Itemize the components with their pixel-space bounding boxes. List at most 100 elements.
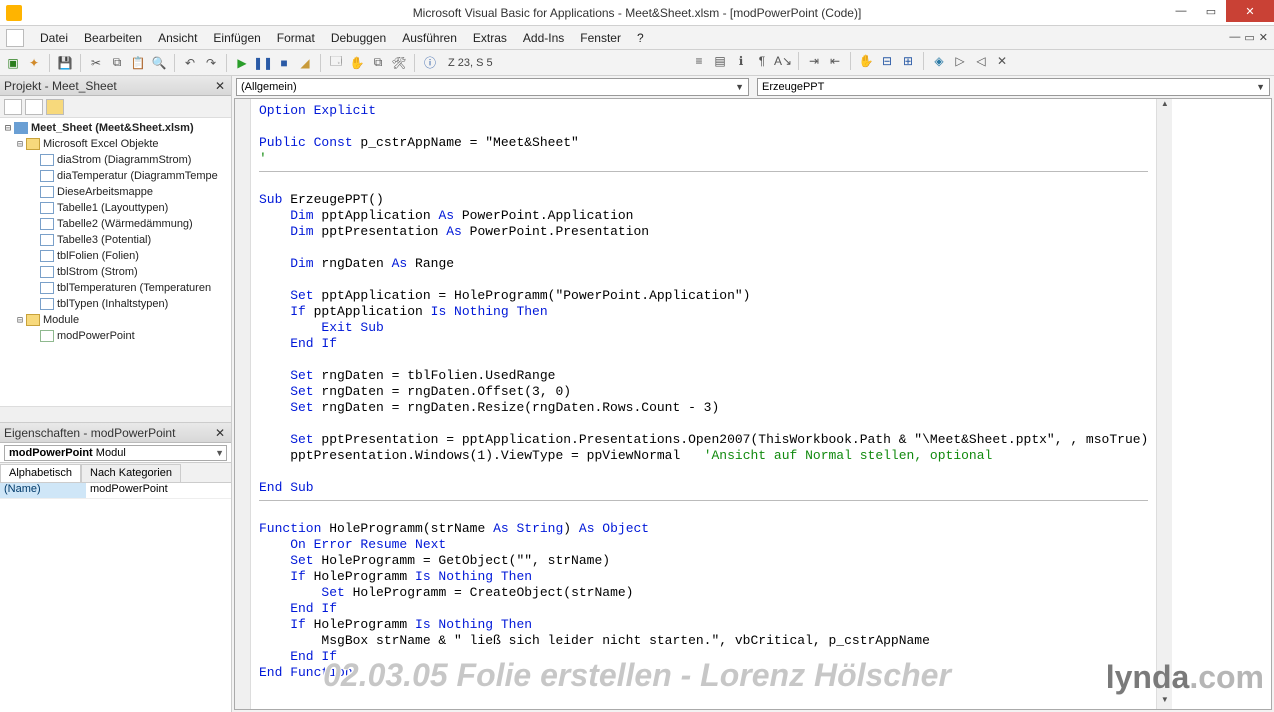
break-icon[interactable]: ❚❚ <box>254 54 272 72</box>
view-object-icon[interactable] <box>25 99 43 115</box>
scroll-down-icon[interactable]: ▼ <box>1157 695 1172 709</box>
tree-item-module[interactable]: modPowerPoint <box>57 330 135 342</box>
copy-icon[interactable]: ⧉ <box>108 54 126 72</box>
menu-debuggen[interactable]: Debuggen <box>323 28 394 48</box>
tree-group-module[interactable]: Module <box>43 314 79 326</box>
menu-extras[interactable]: Extras <box>465 28 515 48</box>
menu-addins[interactable]: Add-Ins <box>515 28 572 48</box>
comment-icon[interactable]: ⊟ <box>878 52 896 70</box>
minimize-button[interactable]: — <box>1166 0 1196 22</box>
tree-item[interactable]: DieseArbeitsmappe <box>57 186 153 198</box>
tree-item[interactable]: tblTemperaturen (Temperaturen <box>57 282 211 294</box>
list-properties-icon[interactable]: ≡ <box>690 52 708 70</box>
complete-word-icon[interactable]: A↘ <box>774 52 792 70</box>
chevron-down-icon: ▼ <box>215 448 224 458</box>
paste-icon[interactable]: 📋 <box>129 54 147 72</box>
project-explorer-icon[interactable]: 🗔 <box>327 54 345 72</box>
help-icon[interactable]: ⓘ <box>421 54 439 72</box>
properties-grid[interactable]: (Name) modPowerPoint <box>0 483 231 712</box>
quick-info-icon[interactable]: ℹ <box>732 52 750 70</box>
property-name: (Name) <box>0 483 86 498</box>
find-icon[interactable]: 🔍 <box>150 54 168 72</box>
properties-selector[interactable]: modPowerPoint Modul ▼ <box>0 443 231 463</box>
properties-selector-type: Modul <box>96 447 126 459</box>
tree-item[interactable]: tblTypen (Inhaltstypen) <box>57 298 168 310</box>
menu-datei[interactable]: Datei <box>32 28 76 48</box>
mdi-close-button[interactable]: ✕ <box>1259 31 1268 44</box>
tree-item[interactable]: tblStrom (Strom) <box>57 266 138 278</box>
tab-alphabetisch[interactable]: Alphabetisch <box>0 464 81 482</box>
toggle-folders-icon[interactable] <box>46 99 64 115</box>
tree-item[interactable]: tblFolien (Folien) <box>57 250 139 262</box>
code-gutter <box>235 99 251 709</box>
redo-icon[interactable]: ↷ <box>202 54 220 72</box>
breakpoint-icon[interactable]: ✋ <box>857 52 875 70</box>
menu-bar: Datei Bearbeiten Ansicht Einfügen Format… <box>0 26 1274 50</box>
next-bookmark-icon[interactable]: ▷ <box>951 52 969 70</box>
view-code-icon[interactable] <box>4 99 22 115</box>
menu-ausfuehren[interactable]: Ausführen <box>394 28 465 48</box>
tree-item[interactable]: Tabelle3 (Potential) <box>57 234 151 246</box>
insert-icon[interactable]: ✦ <box>25 54 43 72</box>
undo-icon[interactable]: ↶ <box>181 54 199 72</box>
indent-icon[interactable]: ⇥ <box>805 52 823 70</box>
edit-toolbar: ≡ ▤ ℹ ¶ A↘ ⇥ ⇤ ✋ ⊟ ⊞ ◈ ▷ ◁ ✕ <box>690 52 1011 70</box>
bookmark-icon[interactable]: ◈ <box>930 52 948 70</box>
object-dropdown[interactable]: (Allgemein) ▼ <box>236 78 749 96</box>
procedure-dropdown-value: ErzeugePPT <box>762 81 824 93</box>
chevron-down-icon: ▼ <box>735 82 744 92</box>
menu-fenster[interactable]: Fenster <box>572 28 629 48</box>
list-constants-icon[interactable]: ▤ <box>711 52 729 70</box>
prev-bookmark-icon[interactable]: ◁ <box>972 52 990 70</box>
menu-ansicht[interactable]: Ansicht <box>150 28 205 48</box>
code-editor[interactable]: Option Explicit Public Const p_cstrAppNa… <box>234 98 1272 710</box>
window-controls: — ▭ ✕ <box>1166 0 1274 24</box>
code-content[interactable]: Option Explicit Public Const p_cstrAppNa… <box>251 99 1156 709</box>
parameter-info-icon[interactable]: ¶ <box>753 52 771 70</box>
project-panel-title: Projekt - Meet_Sheet ✕ <box>0 76 231 96</box>
tree-item[interactable]: Tabelle1 (Layouttypen) <box>57 202 168 214</box>
properties-panel-title: Eigenschaften - modPowerPoint ✕ <box>0 423 231 443</box>
window-title: Microsoft Visual Basic for Applications … <box>413 6 862 20</box>
property-value[interactable]: modPowerPoint <box>86 483 231 498</box>
project-panel-toolbar <box>0 96 231 118</box>
project-panel-close-button[interactable]: ✕ <box>213 79 227 93</box>
procedure-dropdown[interactable]: ErzeugePPT ▼ <box>757 78 1270 96</box>
object-browser-icon[interactable]: ⧉ <box>369 54 387 72</box>
run-icon[interactable]: ▶ <box>233 54 251 72</box>
excel-icon[interactable] <box>6 29 24 47</box>
uncomment-icon[interactable]: ⊞ <box>899 52 917 70</box>
view-excel-icon[interactable]: ▣ <box>4 54 22 72</box>
clear-bookmark-icon[interactable]: ✕ <box>993 52 1011 70</box>
menu-einfuegen[interactable]: Einfügen <box>205 28 268 48</box>
mdi-minimize-button[interactable]: — <box>1229 31 1240 44</box>
tab-nach-kategorien[interactable]: Nach Kategorien <box>81 464 181 482</box>
project-tree-scrollbar-h[interactable] <box>0 406 231 422</box>
toolbox-icon[interactable]: 🛠 <box>390 54 408 72</box>
tree-item[interactable]: diaStrom (DiagrammStrom) <box>57 154 191 166</box>
object-dropdown-value: (Allgemein) <box>241 81 297 93</box>
chevron-down-icon: ▼ <box>1256 82 1265 92</box>
project-tree[interactable]: ⊟Meet_Sheet (Meet&Sheet.xlsm) ⊟Microsoft… <box>0 118 231 406</box>
properties-panel-close-button[interactable]: ✕ <box>213 426 227 440</box>
toolbar: ▣ ✦ 💾 ✂ ⧉ 📋 🔍 ↶ ↷ ▶ ❚❚ ■ ◢ 🗔 ✋ ⧉ 🛠 ⓘ Z 2… <box>0 50 1274 76</box>
tree-item[interactable]: Tabelle2 (Wärmedämmung) <box>57 218 193 230</box>
cursor-position-label: Z 23, S 5 <box>442 57 499 69</box>
code-scrollbar-v[interactable]: ▲ ▼ <box>1156 99 1172 709</box>
menu-bearbeiten[interactable]: Bearbeiten <box>76 28 150 48</box>
reset-icon[interactable]: ■ <box>275 54 293 72</box>
save-icon[interactable]: 💾 <box>56 54 74 72</box>
design-mode-icon[interactable]: ◢ <box>296 54 314 72</box>
tree-group-excel[interactable]: Microsoft Excel Objekte <box>43 138 159 150</box>
close-button[interactable]: ✕ <box>1226 0 1274 22</box>
cut-icon[interactable]: ✂ <box>87 54 105 72</box>
scroll-up-icon[interactable]: ▲ <box>1157 99 1172 113</box>
mdi-restore-button[interactable]: ▭ <box>1244 31 1254 44</box>
tree-item[interactable]: diaTemperatur (DiagrammTempe <box>57 170 218 182</box>
outdent-icon[interactable]: ⇤ <box>826 52 844 70</box>
properties-icon[interactable]: ✋ <box>348 54 366 72</box>
menu-format[interactable]: Format <box>269 28 323 48</box>
tree-root[interactable]: Meet_Sheet (Meet&Sheet.xlsm) <box>31 122 194 134</box>
restore-button[interactable]: ▭ <box>1196 0 1226 22</box>
menu-help[interactable]: ? <box>629 28 652 48</box>
